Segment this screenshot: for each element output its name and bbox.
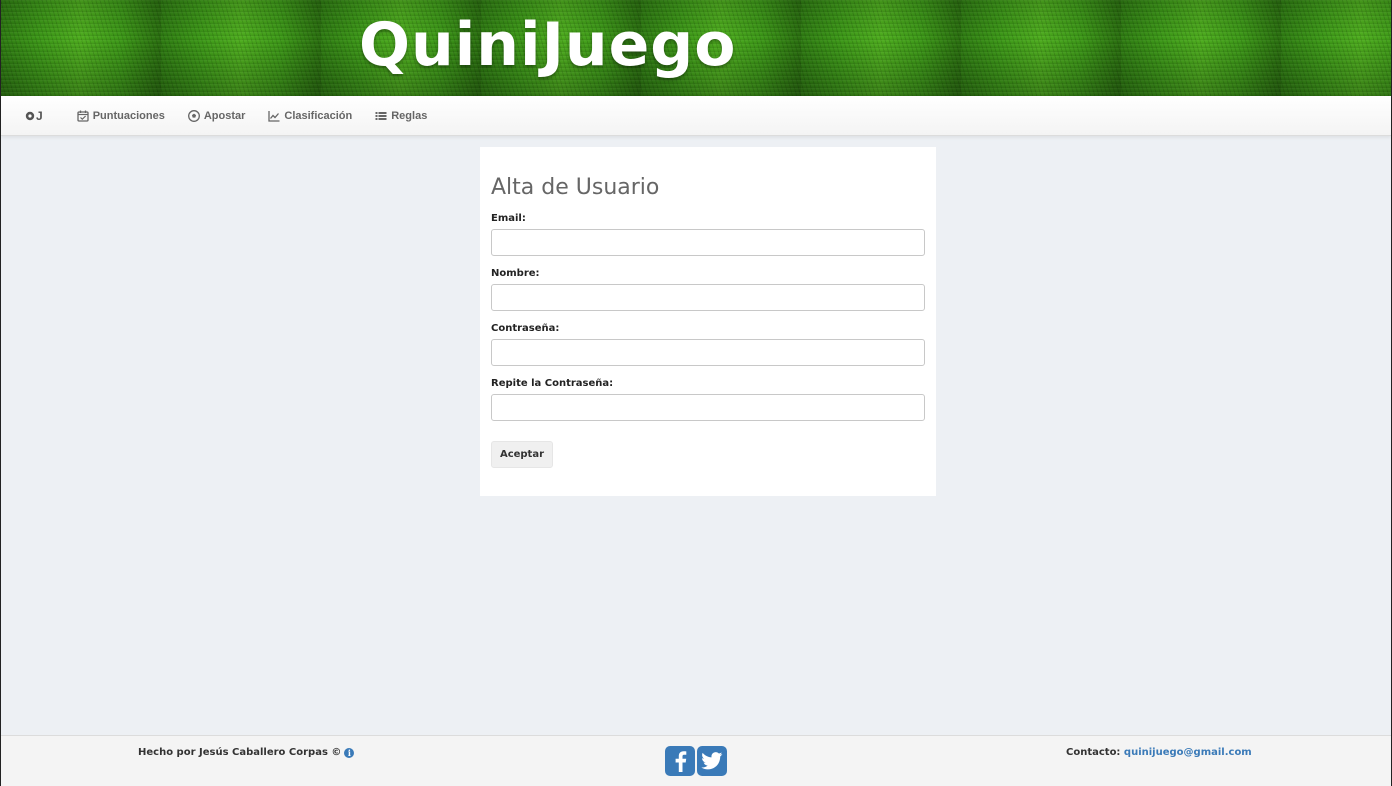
footer-contact: Contacto: quinijuego@gmail.com — [1066, 747, 1252, 758]
twitter-icon — [701, 752, 723, 770]
navbar: QJ J Puntuaciones Apostar Clasificación — [1, 96, 1391, 136]
calendar-check-icon — [77, 110, 89, 122]
name-field[interactable] — [491, 284, 925, 311]
footer-credit: Hecho por Jesús Caballero Corpas © i — [138, 747, 355, 758]
email-field[interactable] — [491, 229, 925, 256]
twitter-button[interactable] — [697, 746, 727, 776]
footer: Hecho por Jesús Caballero Corpas © i Con… — [1, 735, 1391, 786]
facebook-icon — [675, 751, 687, 772]
name-group: Nombre: — [491, 268, 925, 311]
line-chart-icon — [268, 110, 280, 122]
facebook-button[interactable] — [665, 746, 695, 776]
contact-email-link[interactable]: quinijuego@gmail.com — [1124, 747, 1252, 758]
soccer-ball-icon — [187, 109, 200, 122]
accept-button[interactable]: Aceptar — [491, 441, 553, 468]
nav-item-label: Apostar — [203, 109, 246, 122]
email-group: Email: — [491, 213, 925, 256]
logo-ball-icon — [25, 111, 35, 120]
brand-title: QuiniJuego — [359, 10, 737, 80]
signup-card: Alta de Usuario Email: Nombre: Contraseñ… — [480, 147, 936, 496]
name-label: Nombre: — [491, 268, 540, 279]
nav-logo-j: J — [36, 108, 43, 123]
nav-item-label: Reglas — [391, 109, 428, 122]
list-icon — [375, 111, 387, 120]
contact-label: Contacto: — [1066, 747, 1121, 758]
nav-item-label: Puntuaciones — [92, 109, 165, 122]
nav-item-clasificacion[interactable]: Clasificación — [268, 110, 352, 122]
info-icon[interactable]: i — [344, 747, 355, 758]
password-group: Contraseña: — [491, 323, 925, 366]
repeat-password-label: Repite la Contraseña: — [491, 378, 614, 389]
form-title: Alta de Usuario — [491, 175, 660, 200]
email-label: Email: — [491, 213, 526, 224]
nav-item-reglas[interactable]: Reglas — [375, 110, 427, 122]
repeat-password-field[interactable] — [491, 394, 925, 421]
social-links — [665, 746, 727, 776]
credit-text: Hecho por Jesús Caballero Corpas © — [138, 747, 342, 758]
header-banner: QuiniJuego — [1, 0, 1391, 96]
repeat-password-group: Repite la Contraseña: — [491, 378, 925, 421]
nav-item-label: Clasificación — [284, 109, 353, 122]
password-label: Contraseña: — [491, 323, 560, 334]
nav-logo[interactable]: QJ J — [25, 109, 43, 123]
nav-item-puntuaciones[interactable]: Puntuaciones — [77, 110, 165, 122]
password-field[interactable] — [491, 339, 925, 366]
nav-item-apostar[interactable]: Apostar — [187, 109, 246, 122]
